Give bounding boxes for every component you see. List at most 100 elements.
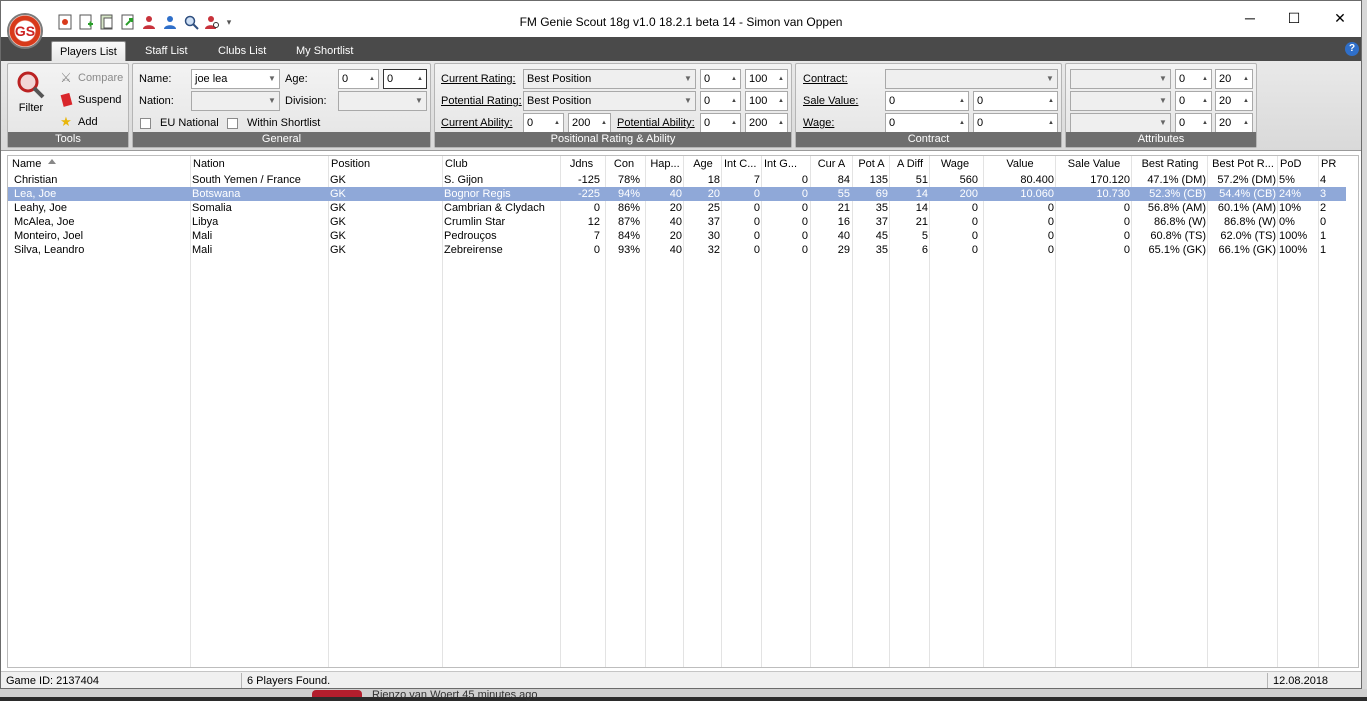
wage-max-stepper[interactable]: 0 ▲▼ xyxy=(973,113,1058,133)
suspend-button[interactable]: Suspend xyxy=(58,92,121,108)
minimize-button[interactable]: ─ xyxy=(1227,7,1273,29)
attribute-select-1[interactable]: ▼ xyxy=(1070,69,1171,89)
column-header[interactable]: Hap... xyxy=(648,158,682,172)
attribute-1-min-stepper[interactable]: 0 ▲▼ xyxy=(1175,69,1212,89)
spin-icon[interactable]: ▲▼ xyxy=(1045,92,1057,110)
column-header[interactable]: Pot A xyxy=(855,158,888,172)
app-logo[interactable]: GS xyxy=(7,13,43,49)
spin-icon[interactable]: ▲▼ xyxy=(1045,114,1057,132)
current-ability-max-stepper[interactable]: 200 ▲▼ xyxy=(568,113,611,133)
table-row[interactable]: McAlea, Joe Libya GK Crumlin Star 12 87% 40 37 0… xyxy=(8,215,1346,229)
chevron-down-icon[interactable]: ▼ xyxy=(412,92,426,110)
attribute-1-max-stepper[interactable]: 20 ▲▼ xyxy=(1215,69,1253,89)
maximize-button[interactable]: ☐ xyxy=(1271,7,1317,29)
name-input[interactable]: joe lea ▼ xyxy=(191,69,280,89)
eu-national-checkbox[interactable] xyxy=(140,118,151,129)
current-rating-select[interactable]: Best Position ▼ xyxy=(523,69,696,89)
within-shortlist-checkbox[interactable] xyxy=(227,118,238,129)
column-header[interactable]: A Diff xyxy=(892,158,928,172)
tab-my-shortlist[interactable]: My Shortlist xyxy=(288,41,361,61)
add-button[interactable]: ★ Add xyxy=(58,114,97,130)
potential-rating-max-stepper[interactable]: 100 ▲▼ xyxy=(745,91,788,111)
current-ability-min-stepper[interactable]: 0 ▲▼ xyxy=(523,113,564,133)
attribute-select-2[interactable]: ▼ xyxy=(1070,91,1171,111)
column-header[interactable]: Cur A xyxy=(813,158,850,172)
chevron-down-icon[interactable]: ▼ xyxy=(681,70,695,88)
column-header[interactable]: Name xyxy=(12,158,188,172)
potential-rating-select[interactable]: Best Position ▼ xyxy=(523,91,696,111)
tab-staff-list[interactable]: Staff List xyxy=(137,41,196,61)
spin-icon[interactable]: ▲▼ xyxy=(775,114,787,132)
age-max-stepper[interactable]: 0 ▲▼ xyxy=(383,69,427,89)
table-row[interactable]: Leahy, Joe Somalia GK Cambrian & Clydach 0 86… xyxy=(8,201,1346,215)
column-header[interactable]: Jdns xyxy=(563,158,600,172)
spin-icon[interactable]: ▲▼ xyxy=(1240,70,1252,88)
age-min-stepper[interactable]: 0 ▲▼ xyxy=(338,69,379,89)
column-header[interactable]: Con xyxy=(608,158,640,172)
chevron-down-icon[interactable]: ▼ xyxy=(1156,92,1170,110)
attribute-3-min-stepper[interactable]: 0 ▲▼ xyxy=(1175,113,1212,133)
spin-icon[interactable]: ▲▼ xyxy=(728,114,740,132)
potential-ability-min-stepper[interactable]: 0 ▲▼ xyxy=(700,113,741,133)
spin-icon[interactable]: ▲▼ xyxy=(1199,114,1211,132)
nation-select[interactable]: ▼ xyxy=(191,91,280,111)
table-row[interactable]: Silva, Leandro Mali GK Zebreirense 0 93% 40 32 0… xyxy=(8,243,1346,257)
potential-rating-min-stepper[interactable]: 0 ▲▼ xyxy=(700,91,741,111)
spin-icon[interactable]: ▲▼ xyxy=(728,70,740,88)
table-row[interactable]: Lea, Joe Botswana GK Bognor Regis -225 94% 40 2… xyxy=(8,187,1346,201)
compare-button[interactable]: ⚔ Compare xyxy=(58,70,123,86)
chevron-down-icon[interactable]: ▼ xyxy=(1043,70,1057,88)
spin-icon[interactable]: ▲▼ xyxy=(598,114,610,132)
table-row[interactable]: Christian South Yemen / France GK S. Gijon -… xyxy=(8,173,1346,187)
current-rating-max-stepper[interactable]: 100 ▲▼ xyxy=(745,69,788,89)
contract-select[interactable]: ▼ xyxy=(885,69,1058,89)
chevron-down-icon[interactable]: ▼ xyxy=(681,92,695,110)
column-header[interactable]: PoD xyxy=(1280,158,1318,172)
table-row[interactable]: Monteiro, Joel Mali GK Pedrouços 7 84% 20 30 0 0 4… xyxy=(8,229,1346,243)
column-header[interactable]: Age xyxy=(686,158,720,172)
column-header[interactable]: Position xyxy=(331,158,440,172)
spin-icon[interactable]: ▲▼ xyxy=(728,92,740,110)
attribute-2-max-stepper[interactable]: 20 ▲▼ xyxy=(1215,91,1253,111)
column-header[interactable]: Best Rating xyxy=(1134,158,1206,172)
division-select[interactable]: ▼ xyxy=(338,91,427,111)
tab-players-list[interactable]: Players List xyxy=(51,41,126,61)
column-header[interactable]: Wage xyxy=(932,158,978,172)
column-header[interactable]: Nation xyxy=(193,158,326,172)
spin-icon[interactable]: ▲▼ xyxy=(1240,114,1252,132)
column-header[interactable]: Int G... xyxy=(764,158,808,172)
column-header[interactable]: Sale Value xyxy=(1058,158,1130,172)
filter-button[interactable]: Filter xyxy=(16,70,46,114)
spin-icon[interactable]: ▲▼ xyxy=(551,114,563,132)
wage-min-stepper[interactable]: 0 ▲▼ xyxy=(885,113,969,133)
close-button[interactable]: ✕ xyxy=(1317,7,1361,29)
chevron-down-icon[interactable]: ▼ xyxy=(1156,114,1170,132)
current-rating-min-stepper[interactable]: 0 ▲▼ xyxy=(700,69,741,89)
chevron-down-icon[interactable]: ▼ xyxy=(1156,70,1170,88)
table-cell: 170.120 xyxy=(1090,174,1130,186)
spin-icon[interactable]: ▲▼ xyxy=(956,92,968,110)
column-header[interactable]: Int C... xyxy=(724,158,760,172)
column-header[interactable]: Best Pot R... xyxy=(1210,158,1276,172)
tab-clubs-list[interactable]: Clubs List xyxy=(210,41,274,61)
spin-icon[interactable]: ▲▼ xyxy=(775,70,787,88)
attribute-3-max-stepper[interactable]: 20 ▲▼ xyxy=(1215,113,1253,133)
column-header[interactable]: Value xyxy=(986,158,1054,172)
column-header[interactable]: PR xyxy=(1321,158,1344,172)
spin-icon[interactable]: ▲▼ xyxy=(775,92,787,110)
spin-icon[interactable]: ▲▼ xyxy=(956,114,968,132)
attribute-2-min-stepper[interactable]: 0 ▲▼ xyxy=(1175,91,1212,111)
attribute-select-3[interactable]: ▼ xyxy=(1070,113,1171,133)
sale-value-min-stepper[interactable]: 0 ▲▼ xyxy=(885,91,969,111)
chevron-down-icon[interactable]: ▼ xyxy=(265,92,279,110)
sale-value-max-stepper[interactable]: 0 ▲▼ xyxy=(973,91,1058,111)
spin-icon[interactable]: ▲▼ xyxy=(1199,92,1211,110)
help-icon[interactable]: ? xyxy=(1345,42,1359,56)
chevron-down-icon[interactable]: ▼ xyxy=(265,70,279,88)
potential-ability-max-stepper[interactable]: 200 ▲▼ xyxy=(745,113,788,133)
spin-icon[interactable]: ▲▼ xyxy=(414,70,426,88)
spin-icon[interactable]: ▲▼ xyxy=(366,70,378,88)
column-header[interactable]: Club xyxy=(445,158,560,172)
spin-icon[interactable]: ▲▼ xyxy=(1199,70,1211,88)
spin-icon[interactable]: ▲▼ xyxy=(1240,92,1252,110)
